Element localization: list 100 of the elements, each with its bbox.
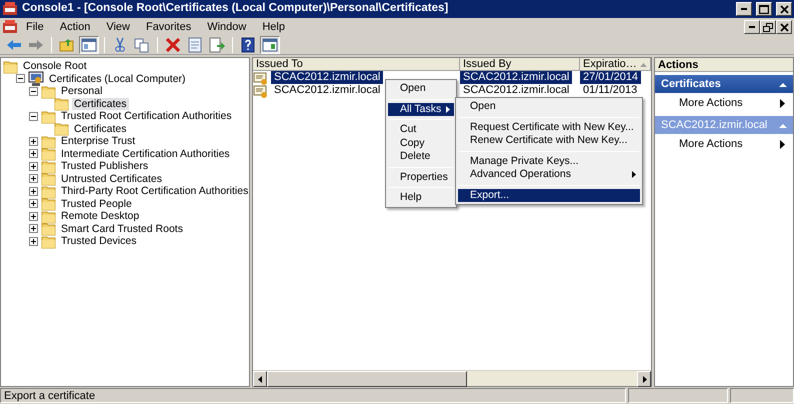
menu-item[interactable]: Renew Certificate with New Key... <box>458 134 640 148</box>
pane-toggle-button[interactable] <box>260 36 280 54</box>
menu-item[interactable]: Action <box>52 18 98 36</box>
collapse-button[interactable] <box>16 74 25 84</box>
submenu-arrow-icon <box>780 140 785 148</box>
pane-header: Actions <box>655 58 793 72</box>
tree-item[interactable]: Intermediate Certification Authorities <box>59 148 232 160</box>
tree-item[interactable]: Personal <box>59 85 104 98</box>
app-icon <box>2 19 18 35</box>
tree-item[interactable]: Certificates <box>72 122 129 135</box>
window-title: Console1 - [Console Root\Certificates (Local Computer)\Personal\Certificates] <box>22 1 450 16</box>
action-section-header[interactable]: Certificates <box>655 75 793 93</box>
expand-button[interactable] <box>29 224 38 234</box>
plus-icon <box>30 225 37 232</box>
table-cell-text: SCAC2012.izmir.local <box>462 84 570 97</box>
plus-icon <box>30 200 37 208</box>
folder-icon <box>41 84 56 99</box>
expand-button[interactable] <box>29 199 38 208</box>
plus-icon <box>30 150 37 158</box>
action-item[interactable]: More Actions <box>655 93 793 113</box>
expand-button[interactable] <box>29 136 38 146</box>
menu-item[interactable]: Properties <box>388 170 454 184</box>
menu-item[interactable]: File <box>18 18 52 36</box>
close-button[interactable] <box>776 2 792 16</box>
computer-icon <box>28 70 44 87</box>
folder-icon <box>41 134 56 149</box>
menu-item[interactable]: Advanced Operations <box>458 168 640 182</box>
folder-icon <box>41 146 56 162</box>
folder-icon <box>41 158 56 174</box>
folder-icon <box>41 171 56 186</box>
tree-item[interactable]: Enterprise Trust <box>59 135 138 148</box>
table-cell-text: 01/11/2013 <box>582 84 638 97</box>
folder-icon <box>41 234 56 249</box>
plus-icon <box>30 238 37 245</box>
tree-item[interactable]: Trusted Devices <box>59 235 138 248</box>
menu-item[interactable]: Help <box>388 191 454 204</box>
app-icon <box>2 1 18 17</box>
menu-item[interactable]: Export... <box>458 188 640 202</box>
tree-item[interactable]: Trusted People <box>59 198 134 210</box>
tree-item[interactable]: Certificates <box>72 98 129 110</box>
tree-item[interactable]: Console Root <box>21 60 89 72</box>
expand-button[interactable] <box>29 236 38 246</box>
expand-button[interactable] <box>29 174 38 184</box>
folder-icon <box>41 108 56 124</box>
action-item[interactable]: More Actions <box>655 134 793 154</box>
delete-button[interactable] <box>163 36 183 54</box>
plus-icon <box>30 188 37 195</box>
export-button[interactable] <box>207 36 227 54</box>
collapse-arrow-icon <box>779 122 787 128</box>
plus-icon <box>30 138 37 145</box>
menu-item[interactable]: Manage Private Keys... <box>458 154 640 168</box>
collapse-button[interactable] <box>29 112 38 121</box>
folder-icon <box>41 184 56 199</box>
tree-item[interactable]: Untrusted Certificates <box>59 172 164 185</box>
tree-item[interactable]: Certificates (Local Computer) <box>47 72 188 85</box>
folder-icon <box>41 221 56 236</box>
tree-item[interactable]: Third-Party Root Certification Authorities <box>59 185 250 198</box>
menu-item[interactable]: Request Certificate with New Key... <box>458 120 640 134</box>
menu-item[interactable]: Favorites <box>138 18 200 36</box>
submenu-arrow-icon <box>780 98 785 108</box>
sort-arrow-icon <box>640 62 647 66</box>
close-icon <box>780 22 788 32</box>
maximize-icon <box>759 4 769 14</box>
expand-button[interactable] <box>29 186 38 196</box>
plus-icon <box>30 175 37 182</box>
menu-item[interactable]: Delete <box>388 150 454 164</box>
restore-button[interactable] <box>760 20 776 34</box>
minimize-button[interactable] <box>736 2 752 16</box>
maximize-button[interactable] <box>756 2 772 16</box>
menu-item[interactable]: Copy <box>388 136 454 150</box>
menu-item[interactable]: Open <box>388 82 454 96</box>
scroll-thumb[interactable] <box>267 371 467 387</box>
expand-button[interactable] <box>29 162 38 171</box>
left-arrow-icon <box>258 376 262 382</box>
table-cell: SCAC2012.izmir.local <box>271 71 384 84</box>
tree-item[interactable]: Trusted Root Certification Authorities <box>59 110 234 122</box>
minimize-button[interactable] <box>744 20 760 34</box>
menu-item[interactable]: Help <box>254 18 293 36</box>
minimize-icon <box>749 26 755 28</box>
close-button[interactable] <box>776 20 792 34</box>
scroll-left-button[interactable] <box>253 371 267 387</box>
folder-icon <box>54 96 69 112</box>
menu-item[interactable]: Open <box>458 100 640 114</box>
tree-item[interactable]: Remote Desktop <box>59 210 142 222</box>
certificate-icon <box>253 70 269 84</box>
tree-item[interactable]: Smart Card Trusted Roots <box>59 222 185 235</box>
menu-item[interactable]: View <box>98 18 138 36</box>
scroll-right-button[interactable] <box>637 371 651 387</box>
menu-item[interactable]: Window <box>199 18 254 36</box>
expand-button[interactable] <box>29 149 38 158</box>
tree-item[interactable]: Trusted Publishers <box>59 160 150 172</box>
pane-toggle-button[interactable] <box>79 36 99 54</box>
menu-item[interactable]: All Tasks <box>388 102 454 116</box>
table-cell: 27/01/2014 <box>580 71 642 84</box>
plus-icon <box>30 162 37 170</box>
menu-item[interactable]: Cut <box>388 123 454 136</box>
table-cell: SCAC2012.izmir.local <box>460 71 572 84</box>
minimize-icon <box>741 8 747 10</box>
collapse-button[interactable] <box>29 86 38 96</box>
expand-button[interactable] <box>29 212 38 221</box>
